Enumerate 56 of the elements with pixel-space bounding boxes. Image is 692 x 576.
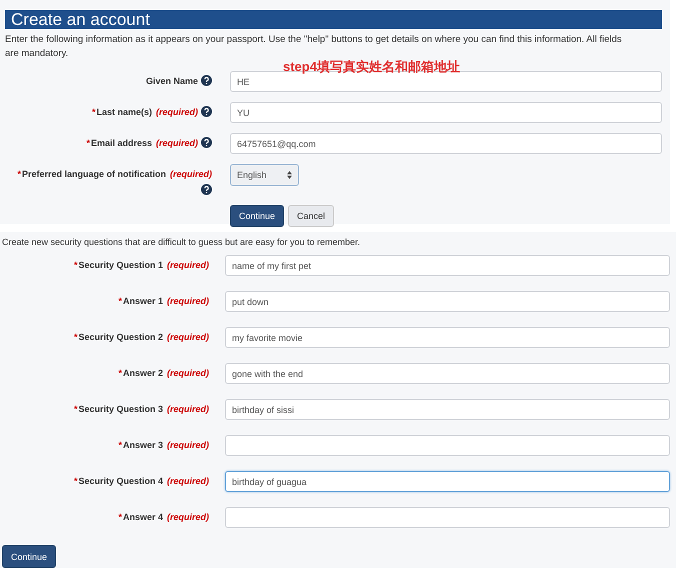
input-field[interactable]: name of my first pet — [225, 255, 670, 276]
required-note: (required) — [170, 169, 212, 179]
required-note: (required) — [166, 296, 209, 306]
required-note: (required) — [166, 440, 209, 450]
help-icon[interactable] — [201, 137, 212, 148]
field-label: Email address — [90, 138, 152, 148]
required-note: (required) — [156, 107, 198, 117]
help-icon[interactable] — [201, 184, 212, 195]
required-note: (required) — [166, 512, 209, 522]
input-field[interactable] — [225, 435, 670, 456]
required-mark: * — [118, 296, 122, 306]
required-mark: * — [74, 476, 78, 486]
input-field[interactable]: birthday of sissi — [225, 399, 670, 420]
required-note: (required) — [166, 368, 209, 378]
continue-button[interactable]: Continue — [230, 205, 284, 227]
required-mark: * — [74, 260, 78, 270]
help-icon[interactable] — [201, 75, 212, 86]
required-mark: * — [86, 138, 90, 148]
required-mark: * — [118, 512, 122, 522]
continue-button[interactable]: Continue — [2, 545, 56, 568]
field-label: Security Question 2 — [78, 332, 163, 342]
required-note: (required) — [156, 138, 198, 148]
help-icon[interactable] — [201, 106, 212, 117]
required-mark: * — [74, 404, 78, 414]
required-mark: * — [74, 332, 78, 342]
cancel-button[interactable]: Cancel — [288, 205, 334, 227]
input-field[interactable]: birthday of guagua — [225, 471, 670, 492]
required-mark: * — [118, 440, 122, 450]
field-label: Given Name — [146, 76, 198, 86]
required-note: (required) — [166, 260, 209, 270]
input-field[interactable]: gone with the end — [225, 363, 670, 384]
input-field[interactable]: 64757651@qq.com — [230, 133, 662, 154]
page-title: Create an account — [5, 10, 662, 29]
required-mark: * — [92, 107, 96, 117]
required-note: (required) — [166, 332, 209, 342]
required-mark: * — [17, 169, 21, 179]
language-select[interactable]: English — [230, 164, 299, 186]
input-field[interactable]: YU — [230, 102, 662, 123]
required-note: (required) — [166, 404, 209, 414]
field-label: Answer 4 — [122, 512, 163, 522]
required-mark: * — [118, 368, 122, 378]
field-label: Security Question 1 — [78, 260, 163, 270]
field-label: Security Question 4 — [78, 476, 163, 486]
field-label: Last name(s) — [96, 107, 152, 117]
input-field[interactable]: put down — [225, 291, 670, 312]
intro-text: Enter the following information as it appears on your passport. Use the "help" buttons to get details on where you can find this information. All fields are mandatory. — [5, 33, 623, 60]
updown-icon — [286, 171, 292, 179]
input-field[interactable] — [225, 507, 670, 528]
required-note: (required) — [166, 476, 209, 486]
input-field[interactable]: my favorite movie — [225, 327, 670, 348]
field-label: Preferred language of notification — [22, 169, 166, 179]
field-label: Answer 2 — [122, 368, 163, 378]
field-label: Answer 3 — [122, 440, 163, 450]
field-label: Security Question 3 — [78, 404, 163, 414]
field-label: Answer 1 — [122, 296, 163, 306]
intro-text: Create new security questions that are difficult to guess but are easy for you to remember. — [2, 236, 362, 249]
